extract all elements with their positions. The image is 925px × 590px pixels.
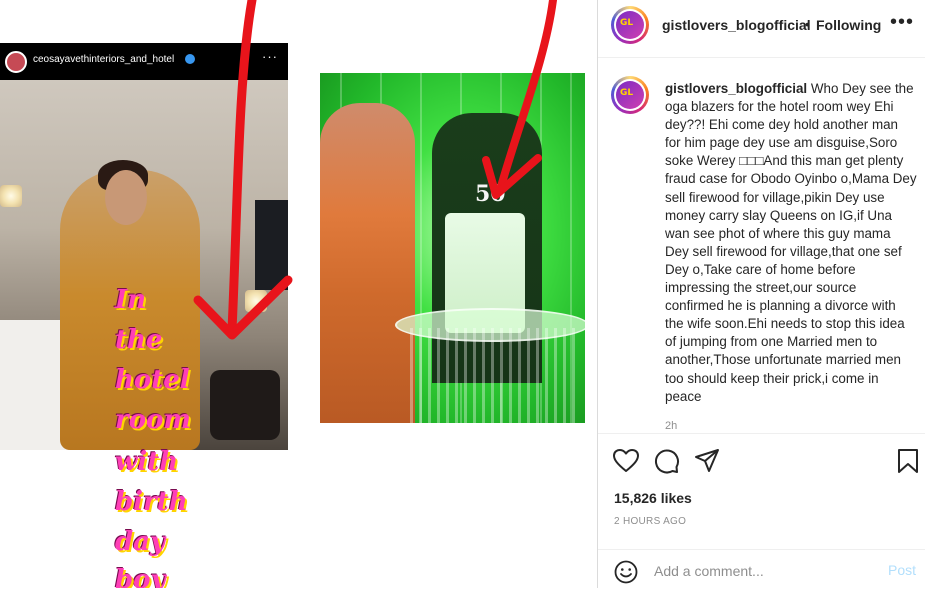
overlay-text-line: the <box>115 325 163 355</box>
lamp <box>245 290 267 312</box>
overlay-text-line: birth <box>115 487 188 517</box>
post-header: GL gistlovers_blogofficial • Following •… <box>598 0 925 58</box>
overlay-text-line: hotel <box>115 365 190 395</box>
comment-input[interactable] <box>654 560 874 582</box>
overlay-text-line: day <box>115 527 166 557</box>
following-button[interactable]: Following <box>816 17 881 33</box>
crystal-fringe <box>410 328 575 423</box>
handbag <box>210 370 280 440</box>
screenshot-header: ceosayavethinteriors_and_hotel ··· <box>0 43 288 80</box>
overlay-text-line: boy <box>115 565 166 588</box>
screenshot-more-icon: ··· <box>262 49 278 64</box>
share-icon[interactable] <box>693 447 721 475</box>
overlay-text-line: room <box>115 405 191 435</box>
caption-username[interactable]: gistlovers_blogofficial <box>665 81 807 96</box>
comment-icon[interactable] <box>652 447 680 475</box>
avatar[interactable]: GL <box>611 6 649 44</box>
comment-bar: Post <box>598 549 925 590</box>
television <box>255 200 288 290</box>
like-count[interactable]: 15,826 likes <box>614 490 692 506</box>
cake-number: 50 <box>475 181 506 207</box>
overlay-text-line: with <box>115 447 179 477</box>
birthday-party-photo: 50 <box>320 73 585 423</box>
verified-badge-icon <box>185 54 195 64</box>
heart-icon[interactable] <box>612 447 640 475</box>
caption-timestamp[interactable]: 2h <box>665 420 677 430</box>
overlay-text-line: In <box>115 285 147 315</box>
post-side-panel: GL gistlovers_blogofficial • Following •… <box>597 0 925 588</box>
more-horizontal-icon[interactable]: ••• <box>890 11 914 34</box>
post-timestamp[interactable]: 2 HOURS AGO <box>614 516 686 527</box>
caption-area: GL gistlovers_blogofficial Who Dey see t… <box>598 58 925 430</box>
screenshot-username: ceosayavethinteriors_and_hotel <box>33 54 175 65</box>
woman-in-sequin-dress <box>320 103 415 423</box>
screenshot-avatar <box>5 51 27 73</box>
emoji-icon[interactable] <box>614 560 638 584</box>
post-comment-button[interactable]: Post <box>888 562 916 578</box>
caption-body: Who Dey see the oga blazers for the hote… <box>665 81 917 404</box>
separator-dot: • <box>805 16 810 32</box>
lamp <box>0 185 22 207</box>
caption-avatar[interactable]: GL <box>611 76 649 114</box>
post-media[interactable]: ceosayavethinteriors_and_hotel ··· 50 In… <box>0 0 597 588</box>
woman-face <box>105 170 147 225</box>
bookmark-icon[interactable] <box>894 447 922 475</box>
username-link[interactable]: gistlovers_blogofficial <box>662 17 811 33</box>
action-bar: 15,826 likes 2 HOURS AGO Post <box>598 433 925 589</box>
caption-text: gistlovers_blogofficial Who Dey see the … <box>665 80 917 406</box>
